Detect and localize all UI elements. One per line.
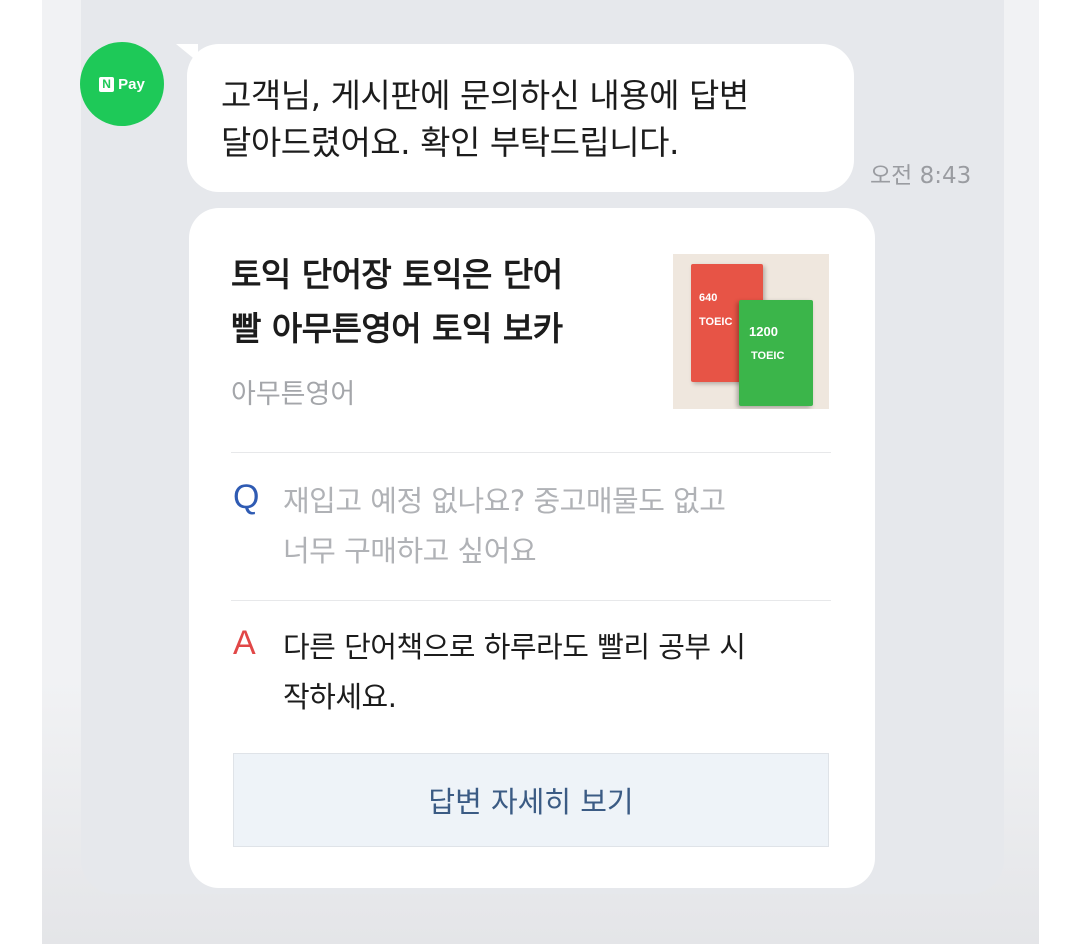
answer-line-2: 작하세요. bbox=[283, 680, 397, 714]
book-1200-sub: TOEIC bbox=[751, 350, 785, 362]
question-line-1: 재입고 예정 없나요? 중고매물도 없고 bbox=[283, 484, 726, 518]
product-title-line-1: 토익 단어장 토익은 단어 bbox=[231, 255, 563, 294]
question-marker: Q bbox=[233, 478, 260, 516]
book-640-label: 640 bbox=[699, 292, 718, 304]
answer-marker: A bbox=[233, 624, 256, 662]
question-block: Q 재입고 예정 없나요? 중고매물도 없고 너무 구매하고 싶어요 bbox=[231, 476, 831, 576]
message-line-2: 달아드렸어요. 확인 부탁드립니다. bbox=[221, 123, 680, 162]
message-timestamp: 오전 8:43 bbox=[870, 163, 972, 189]
message-line-1: 고객님, 게시판에 문의하신 내용에 답변 bbox=[221, 76, 749, 115]
pay-logo-text: Pay bbox=[118, 75, 145, 93]
message-bubble: 고객님, 게시판에 문의하신 내용에 답변 달아드렸어요. 확인 부탁드립니다. bbox=[187, 44, 854, 192]
n-logo-icon: N bbox=[99, 76, 115, 92]
book-640-sub: TOEIC bbox=[699, 316, 733, 328]
npay-logo: N Pay bbox=[99, 76, 145, 93]
view-answer-detail-button[interactable]: 답변 자세히 보기 bbox=[233, 753, 829, 847]
question-line-2: 너무 구매하고 싶어요 bbox=[283, 534, 537, 568]
card-divider-1 bbox=[231, 452, 831, 453]
product-title[interactable]: 토익 단어장 토익은 단어 빨 아무튼영어 토익 보카 bbox=[231, 248, 651, 356]
book-1200-label: 1200 bbox=[749, 324, 778, 339]
qna-answer-card: 토익 단어장 토익은 단어 빨 아무튼영어 토익 보카 아무튼영어 640 TO… bbox=[189, 208, 875, 888]
answer-block: A 다른 단어책으로 하루라도 빨리 공부 시 작하세요. bbox=[231, 622, 831, 722]
seller-name: 아무튼영어 bbox=[231, 379, 356, 410]
book-1200-image: 1200 TOEIC bbox=[739, 300, 813, 406]
answer-line-1: 다른 단어책으로 하루라도 빨리 공부 시 bbox=[283, 630, 746, 664]
card-divider-2 bbox=[231, 600, 831, 601]
product-title-line-2: 빨 아무튼영어 토익 보카 bbox=[231, 309, 563, 348]
npay-avatar[interactable]: N Pay bbox=[80, 42, 164, 126]
product-thumbnail[interactable]: 640 TOEIC 1200 TOEIC bbox=[673, 254, 829, 409]
